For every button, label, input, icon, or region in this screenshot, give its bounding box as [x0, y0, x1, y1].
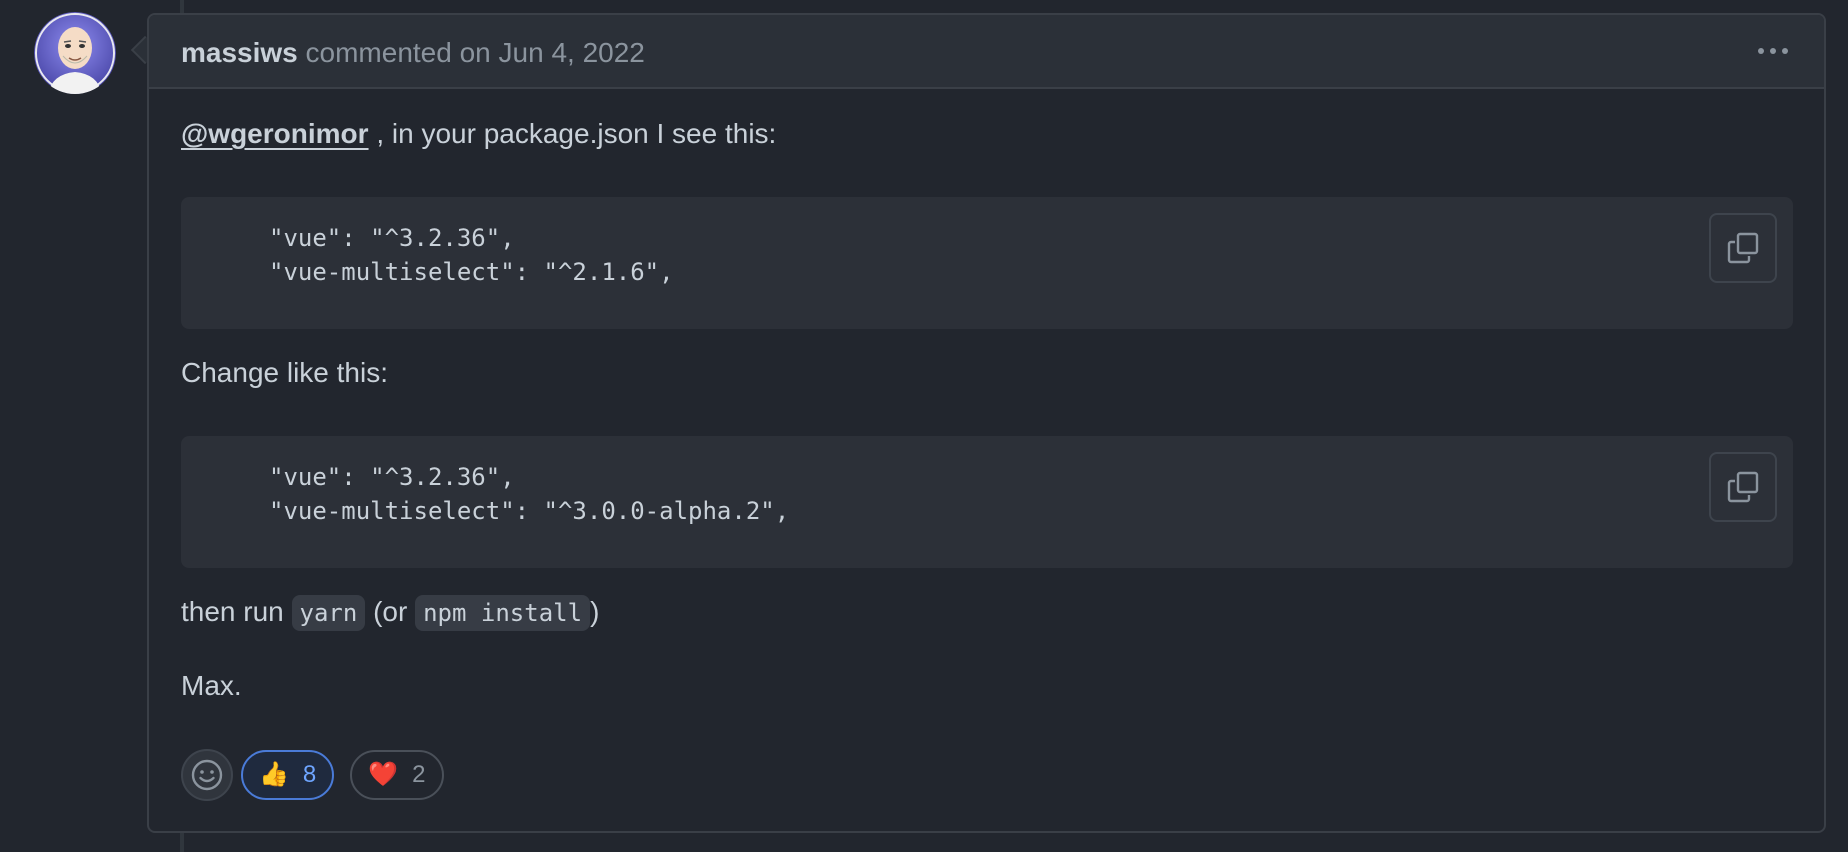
copy-icon	[1727, 232, 1759, 264]
author-avatar[interactable]	[34, 12, 116, 94]
intro-text: , in your package.json I see this:	[368, 118, 777, 149]
more-options-icon[interactable]	[1758, 39, 1788, 63]
code-line: "vue": "^3.2.36",	[269, 463, 515, 491]
inline-code-npm-install: npm install	[415, 595, 591, 631]
heart-icon: ❤️	[368, 761, 399, 788]
author-link[interactable]: massiws	[181, 37, 298, 68]
reaction-thumbs-up-button[interactable]: 👍 8	[241, 750, 335, 800]
user-mention-link[interactable]: @wgeronimor	[181, 118, 369, 149]
code-line: "vue-multiselect": "^2.1.6",	[269, 258, 674, 286]
copy-button[interactable]	[1709, 452, 1777, 522]
code-line: "vue": "^3.2.36",	[269, 224, 515, 252]
run-suffix-text: )	[590, 596, 600, 627]
copy-button[interactable]	[1709, 213, 1777, 283]
thumbs-up-icon: 👍	[259, 761, 289, 788]
intro-paragraph: @wgeronimor , in your package.json I see…	[181, 117, 776, 151]
comment-header-text: massiws commented on Jun 4, 2022	[181, 37, 645, 69]
code-block-2: "vue": "^3.2.36", "vue-multiselect": "^3…	[181, 436, 1793, 568]
run-mid-text: (or	[365, 596, 416, 627]
smiley-icon	[191, 759, 223, 791]
code-line: "vue-multiselect": "^3.0.0-alpha.2",	[269, 497, 790, 525]
code-block-1: "vue": "^3.2.36", "vue-multiselect": "^2…	[181, 197, 1793, 329]
reaction-count: 2	[412, 761, 426, 788]
run-prefix-text: then run	[181, 596, 292, 627]
reactions-bar: 👍 8 ❤️ 2	[181, 749, 444, 801]
change-paragraph: Change like this:	[181, 357, 389, 388]
reaction-heart-button[interactable]: ❤️ 2	[350, 750, 444, 800]
add-reaction-button[interactable]	[181, 749, 233, 801]
signoff-paragraph: Max.	[181, 670, 242, 701]
comment-box: massiws commented on Jun 4, 2022 @wgeron…	[147, 13, 1826, 833]
avatar-illustration-icon	[34, 12, 116, 94]
copy-icon	[1727, 471, 1759, 503]
comment-header: massiws commented on Jun 4, 2022	[149, 15, 1824, 89]
comment-timestamp[interactable]: commented on Jun 4, 2022	[306, 37, 645, 68]
inline-code-yarn: yarn	[291, 595, 366, 631]
reaction-count: 8	[302, 761, 317, 788]
run-paragraph: then run yarn (or npm install)	[181, 595, 600, 631]
